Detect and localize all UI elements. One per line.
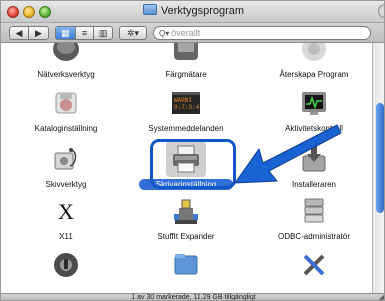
pointer-arrow-icon: [234, 124, 342, 184]
resize-grip-icon[interactable]: ◢: [379, 294, 384, 300]
app-label: Färgmätare: [165, 70, 207, 79]
app-label: StuffIt Expander: [157, 232, 215, 241]
app-item[interactable]: X X11: [11, 195, 121, 247]
tools-icon: [298, 249, 330, 281]
column-view-button[interactable]: ▥: [93, 27, 112, 39]
color-meter-icon: [170, 43, 202, 65]
view-buttons: ▦ ≡ ▥: [55, 26, 113, 40]
status-text: 1 av 30 markerade, 11.29 GB tillgängligt: [131, 294, 256, 301]
search-placeholder: överallt: [171, 28, 201, 38]
window-title-text: Verktygsprogram: [160, 5, 245, 17]
scrollbar-thumb[interactable]: [376, 103, 384, 213]
list-view-button[interactable]: ≡: [74, 27, 94, 39]
app-item[interactable]: WARNI 9:7:3:4 Systemmeddelanden: [131, 87, 241, 139]
recover-app-icon: [298, 43, 330, 65]
search-field[interactable]: Q▾ överallt: [153, 26, 371, 40]
toolbar: ◀ ▶ ▦ ≡ ▥ ✲▾ Q▾ överallt: [1, 23, 384, 43]
app-item[interactable]: [131, 249, 241, 293]
app-item[interactable]: Nätverksverktyg: [11, 43, 121, 85]
folder-icon: [170, 249, 202, 281]
x11-icon: X: [50, 195, 82, 227]
app-item[interactable]: [11, 249, 121, 293]
svg-text:9:7:3:4: 9:7:3:4: [174, 104, 200, 111]
app-label: ODBC-administratör: [277, 232, 350, 241]
app-label: X11: [59, 232, 73, 241]
finder-window: Verktygsprogram ◀ ▶ ▦ ≡ ▥ ✲▾ Q▾ överallt …: [0, 0, 385, 301]
toolbar-toggle-button[interactable]: [378, 4, 384, 18]
odbc-icon: [298, 195, 330, 227]
app-label: Nätverksverktyg: [37, 70, 95, 79]
console-icon: WARNI 9:7:3:4: [170, 87, 202, 119]
disk-utility-icon: [50, 143, 82, 175]
back-button[interactable]: ◀: [10, 27, 29, 39]
title-bar[interactable]: Verktygsprogram: [1, 1, 384, 23]
app-label: Kataloginställning: [34, 124, 98, 133]
vertical-scrollbar[interactable]: [372, 43, 384, 293]
app-item[interactable]: Kataloginställning: [11, 87, 121, 139]
app-item[interactable]: Återskapa Program: [259, 43, 369, 85]
window-title: Verktygsprogram: [1, 4, 384, 17]
app-item[interactable]: Skivverktyg: [11, 143, 121, 195]
directory-setup-icon: [50, 87, 82, 119]
app-label: Systemmeddelanden: [148, 124, 224, 133]
nav-buttons: ◀ ▶: [9, 26, 49, 40]
folder-icon: [142, 4, 157, 15]
app-item[interactable]: StuffIt Expander: [131, 195, 241, 247]
app-item[interactable]: [259, 249, 369, 293]
action-menu-button[interactable]: ✲▾: [119, 26, 147, 40]
app-label: Skivverktyg: [45, 180, 87, 189]
help-utility-icon: [50, 249, 82, 281]
app-label: Återskapa Program: [279, 70, 349, 79]
status-bar: 1 av 30 markerade, 11.29 GB tillgängligt…: [1, 293, 384, 301]
icon-grid: Nätverksverktyg Färgmätare Återskapa Pro…: [1, 43, 372, 293]
highlight-box: [150, 139, 236, 189]
svg-text:WARNI: WARNI: [174, 97, 192, 104]
stuffit-icon: [170, 195, 202, 227]
search-icon[interactable]: Q▾: [159, 29, 169, 38]
network-utility-icon: [50, 43, 82, 65]
icon-view-button[interactable]: ▦: [56, 27, 75, 39]
forward-button[interactable]: ▶: [29, 27, 48, 39]
app-item[interactable]: Färgmätare: [131, 43, 241, 85]
x11-glyph: X: [58, 199, 74, 224]
app-item[interactable]: ODBC-administratör: [259, 195, 369, 247]
gear-icon: ✲▾: [126, 27, 140, 38]
